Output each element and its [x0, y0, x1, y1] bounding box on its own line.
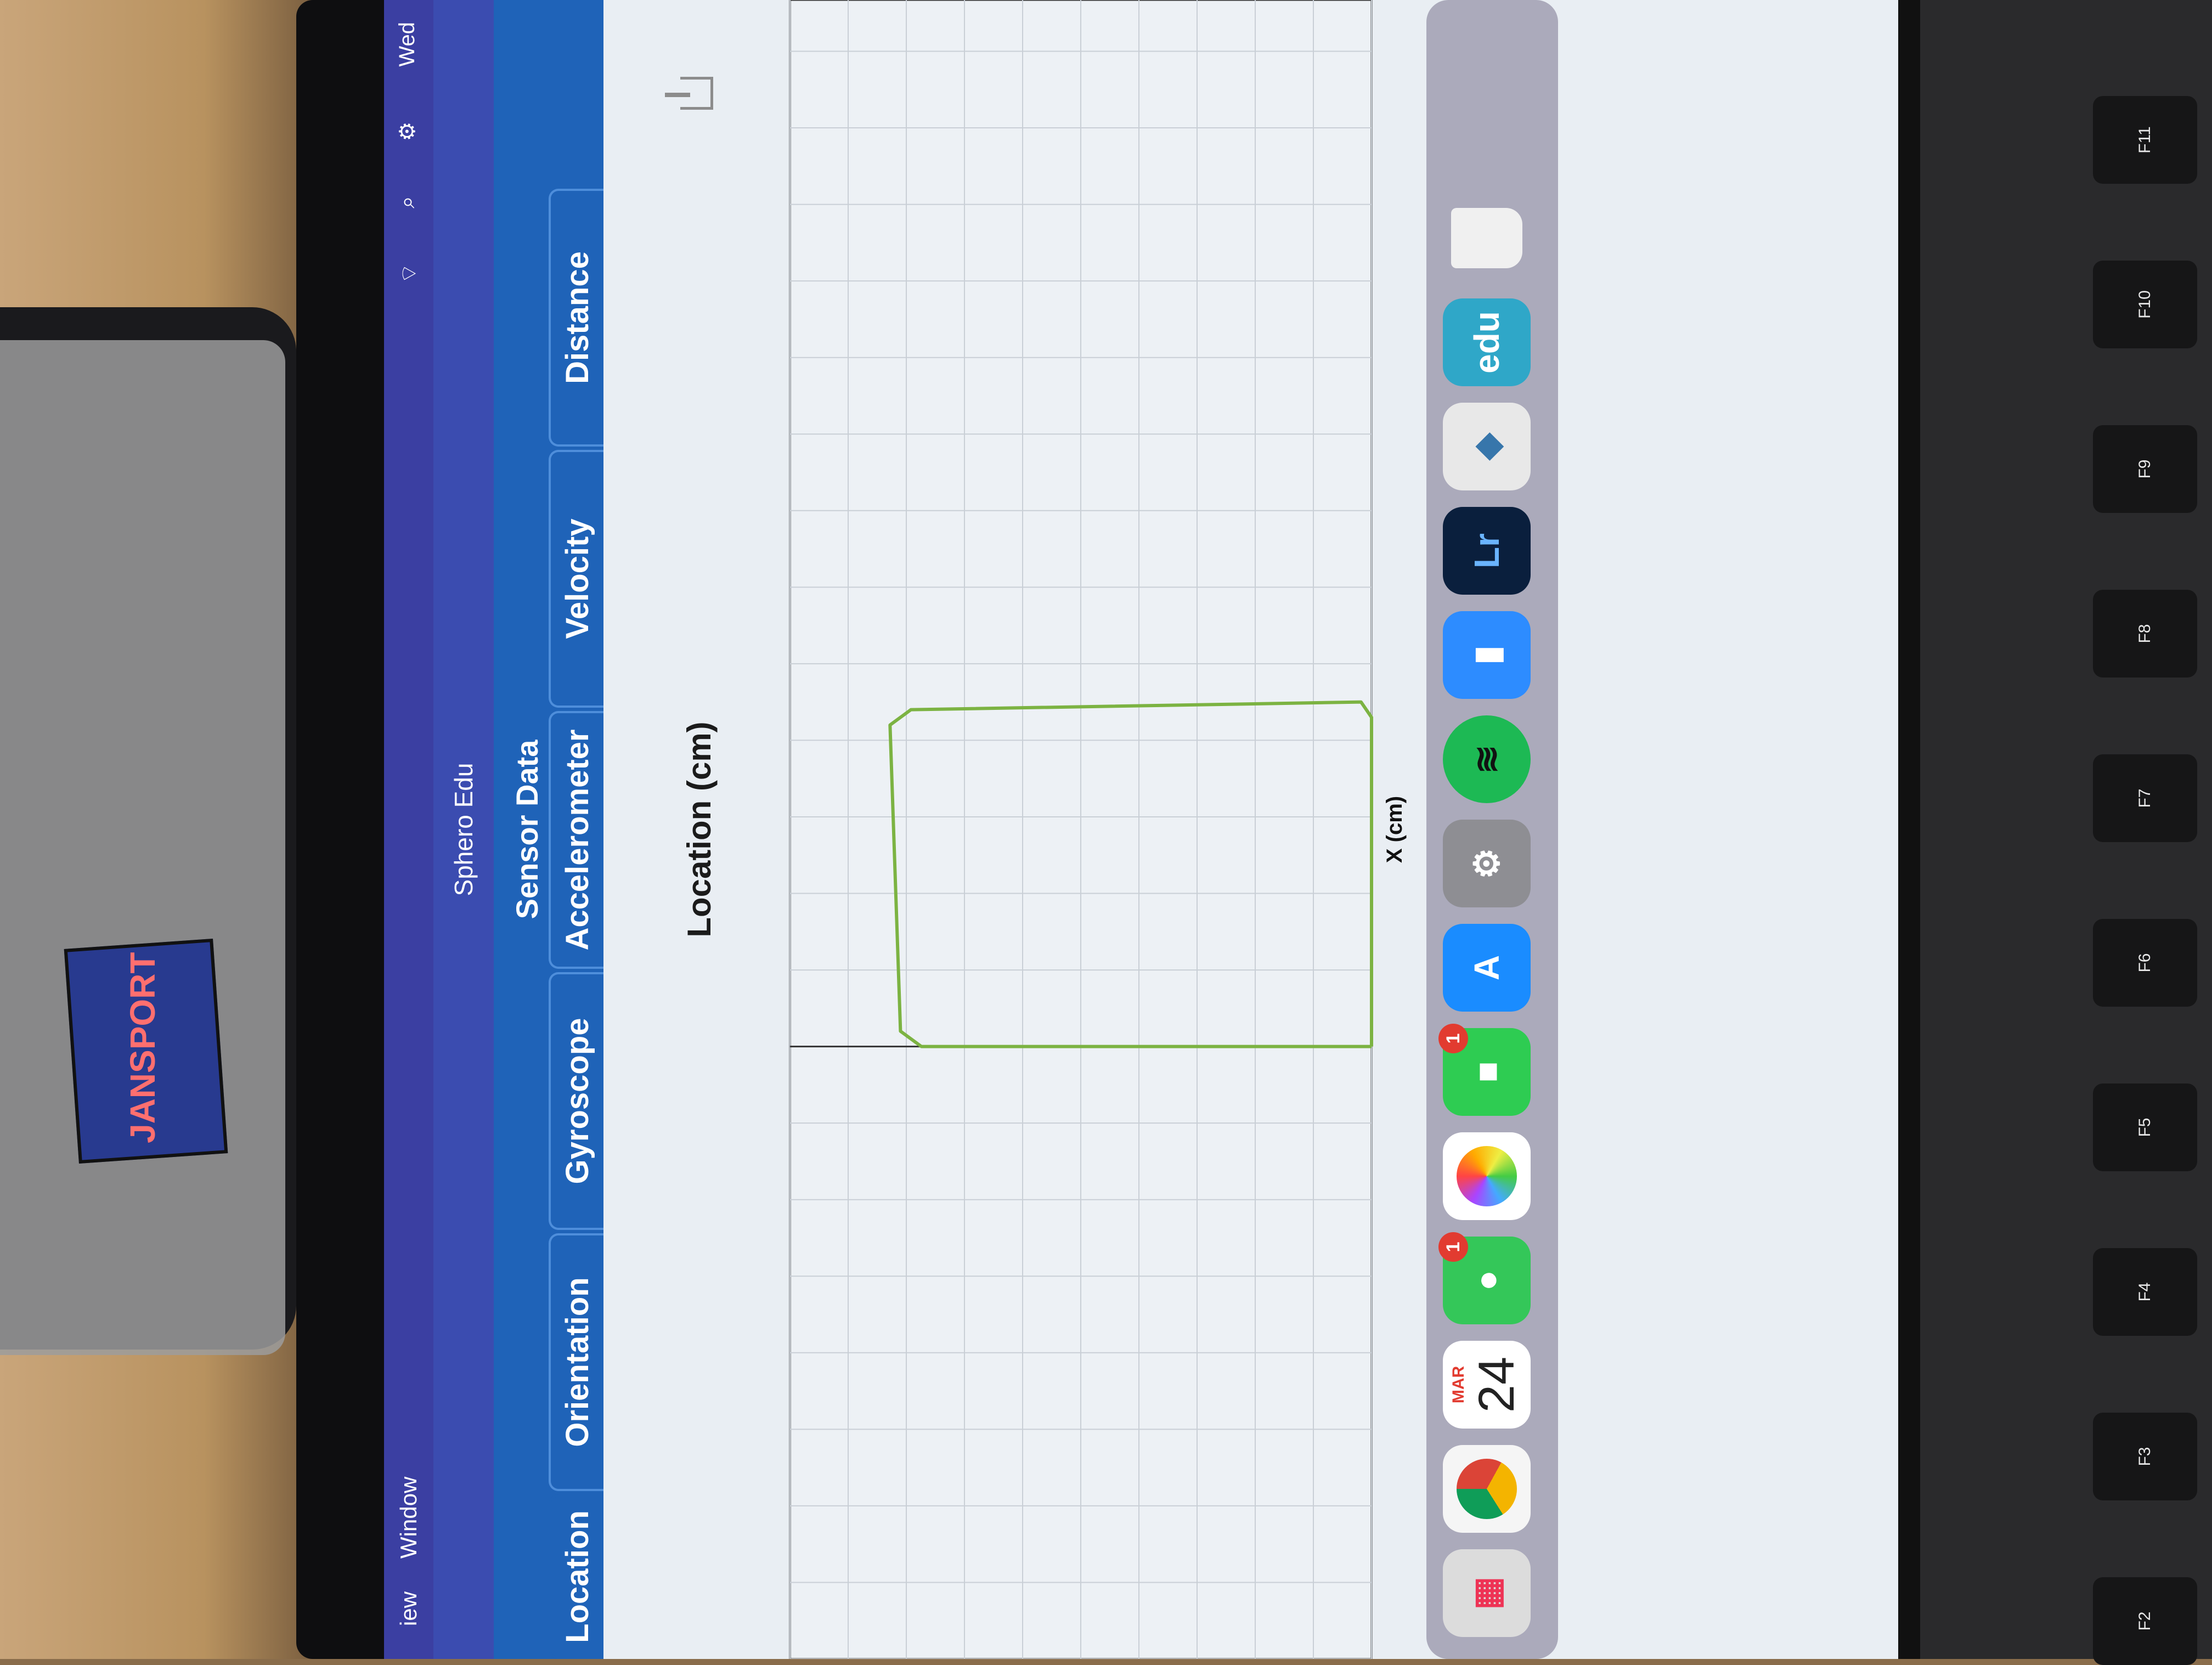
tab-gyroscope[interactable]: Gyroscope — [549, 972, 603, 1230]
key-label: F8 — [2136, 624, 2154, 644]
key-f10[interactable]: F10 — [2093, 261, 2197, 348]
mac-menubar: iew Window ⌔ ⌕ ⚙ Wed — [384, 0, 433, 1659]
calendar-day: 24 — [1469, 1356, 1525, 1413]
tab-distance[interactable]: Distance — [549, 189, 603, 447]
dock-zoom[interactable]: ▮ — [1443, 611, 1531, 699]
tab-orientation[interactable]: Orientation — [549, 1233, 603, 1491]
menu-view[interactable]: iew — [396, 1591, 422, 1626]
window-title: Sphero Edu — [433, 0, 494, 1659]
dock-facetime[interactable]: ■ 1 — [1438, 1024, 1531, 1116]
backpack-logo: JANSPORT — [123, 952, 162, 1144]
key-f7[interactable]: F7 — [2093, 754, 2197, 842]
messages-badge: 1 — [1438, 1232, 1468, 1262]
key-label: F7 — [2136, 788, 2154, 808]
dock-chrome[interactable] — [1443, 1445, 1531, 1533]
search-icon[interactable]: ⌕ — [395, 196, 422, 208]
dock-python[interactable]: ◆ — [1443, 403, 1531, 490]
spotify-icon: ≋ — [1466, 744, 1506, 774]
key-f5[interactable]: F5 — [2093, 1083, 2197, 1171]
page-title: Sensor Data — [510, 740, 544, 919]
dock-spotify[interactable]: ≋ — [1443, 715, 1531, 803]
calendar-month: MAR — [1449, 1365, 1468, 1404]
clock[interactable]: Wed — [395, 22, 422, 67]
key-label: F2 — [2136, 1611, 2154, 1631]
trash-icon — [1451, 208, 1522, 268]
zoom-camera-icon: ▮ — [1466, 645, 1506, 665]
dock-lightroom[interactable]: Lr — [1443, 507, 1531, 595]
menu-window[interactable]: Window — [396, 1477, 422, 1559]
dock-launchpad[interactable]: ▦ — [1443, 1549, 1531, 1637]
key-label: F9 — [2136, 459, 2154, 479]
tab-accelerometer[interactable]: Accelerometer — [549, 711, 603, 969]
key-f9[interactable]: F9 — [2093, 425, 2197, 513]
facetime-icon: ■ — [1467, 1061, 1506, 1083]
key-f2[interactable]: F2 — [2093, 1577, 2197, 1665]
key-label: F10 — [2136, 290, 2154, 319]
key-f4[interactable]: F4 — [2093, 1248, 2197, 1336]
sphero-edu-label: edu — [1467, 311, 1506, 374]
key-f11[interactable]: F11 — [2093, 96, 2197, 184]
app-store-icon: A — [1467, 955, 1506, 981]
share-icon[interactable] — [680, 77, 713, 110]
dock-photos[interactable] — [1443, 1132, 1531, 1220]
dock-messages[interactable]: ● 1 — [1438, 1232, 1531, 1324]
x-axis-label: X (cm) — [1383, 795, 1407, 863]
tab-velocity[interactable]: Velocity — [549, 450, 603, 708]
chrome-icon — [1457, 1459, 1517, 1519]
key-label: F6 — [2136, 953, 2154, 973]
dock-sphero-edu[interactable]: edu — [1443, 298, 1531, 386]
dock-trash[interactable] — [1443, 194, 1531, 282]
dock-system-settings[interactable]: ⚙ — [1443, 820, 1531, 907]
dock: ▦ MAR 24 ● 1 ■ 1 A ⚙ ≋ ▮ Lr ◆ edu — [1426, 0, 1558, 1659]
backpack-strap — [0, 340, 285, 1355]
photos-icon — [1457, 1146, 1517, 1206]
key-label: F11 — [2136, 126, 2154, 154]
facetime-badge: 1 — [1438, 1024, 1468, 1053]
settings-gear-icon: ⚙ — [1466, 848, 1506, 879]
key-f8[interactable]: F8 — [2093, 590, 2197, 678]
launchpad-icon: ▦ — [1466, 1576, 1506, 1610]
lightroom-label: Lr — [1467, 533, 1506, 568]
key-label: F4 — [2136, 1282, 2154, 1302]
tab-location[interactable]: Location — [549, 1494, 603, 1659]
key-label: F3 — [2136, 1447, 2154, 1466]
control-center-icon[interactable]: ⚙ — [395, 122, 422, 142]
sensor-header: Sensor Data Location Orientation Gyrosco… — [494, 0, 603, 1659]
sensor-tabs: Location Orientation Gyroscope Accelerom… — [549, 185, 603, 1659]
app-window: iew Window ⌔ ⌕ ⚙ Wed Sphero Edu Sensor D… — [384, 0, 1898, 1659]
location-chart: -800-600-400-20002004006008001,0001,2001… — [789, 0, 1373, 1659]
python-icon: ◆ — [1466, 433, 1506, 460]
dock-app-store[interactable]: A — [1443, 924, 1531, 1012]
wifi-icon[interactable]: ⌔ — [395, 263, 422, 284]
messages-icon: ● — [1467, 1269, 1506, 1291]
status-area: ⌔ ⌕ ⚙ Wed — [395, 22, 422, 317]
key-f6[interactable]: F6 — [2093, 919, 2197, 1007]
dock-calendar[interactable]: MAR 24 — [1443, 1341, 1531, 1429]
laptop-screen: iew Window ⌔ ⌕ ⚙ Wed Sphero Edu Sensor D… — [384, 0, 1898, 1659]
key-label: F5 — [2136, 1117, 2154, 1137]
chart-title: Location (cm) — [681, 721, 718, 938]
key-f3[interactable]: F3 — [2093, 1413, 2197, 1500]
